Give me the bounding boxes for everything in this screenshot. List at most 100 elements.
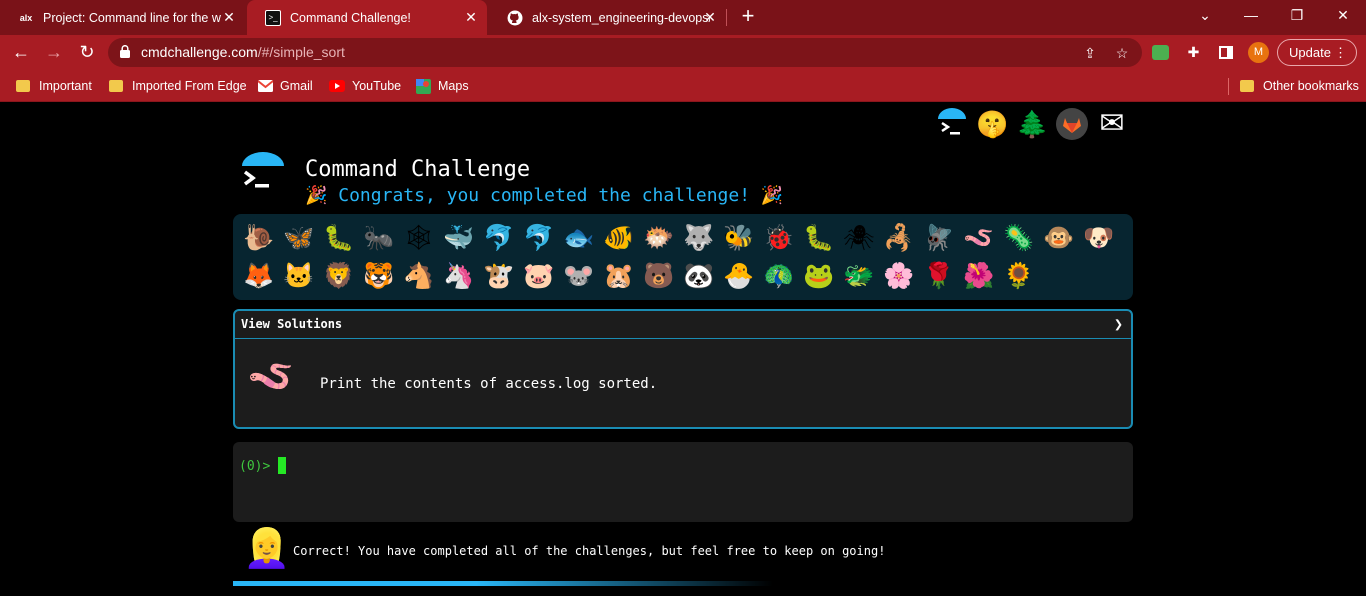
completed-challenge-icon[interactable]: 🐶 [1079,219,1119,257]
completed-challenge-icon[interactable]: 🐬 [519,219,559,257]
completed-challenge-icon[interactable]: 🐲 [839,257,879,295]
terminal-cursor[interactable] [278,457,286,474]
close-window-button[interactable]: ✕ [1330,4,1356,26]
bookmark-label: Important [39,79,92,93]
share-icon[interactable]: ⇪ [1081,44,1099,62]
terminal-icon: >_ [265,9,281,26]
bookmark-imported-from-edge[interactable]: Imported From Edge [109,77,247,95]
bookmark-gmail[interactable]: Gmail [257,77,313,95]
completed-challenge-icon[interactable]: 🦊 [239,257,279,295]
page-content: 🤫 🌲 ✉ Command Challenge 🎉 Congrats, you … [0,103,1366,596]
minimize-button[interactable]: — [1238,4,1264,26]
tab-github[interactable]: alx-system_engineering-devops/c ✕ [489,0,726,35]
restore-button[interactable]: ❐ [1284,4,1310,26]
completed-challenge-icon[interactable]: 🕸 [399,219,439,257]
bookmark-maps[interactable]: Maps [415,77,469,95]
close-icon[interactable]: ✕ [463,9,479,25]
completed-challenge-icon[interactable]: 🐞 [759,219,799,257]
side-panel-icon[interactable] [1216,43,1235,62]
completed-challenge-icon[interactable]: 🐭 [559,257,599,295]
completed-challenge-icon[interactable]: 🦠 [999,219,1039,257]
gitlab-icon[interactable] [1056,106,1088,142]
bookmark-star-icon[interactable]: ☆ [1113,44,1131,62]
completed-challenge-icon[interactable]: 🐛 [319,219,359,257]
gmail-icon [257,78,273,94]
more-icon: ⋮ [1334,45,1347,60]
completed-challenge-icon[interactable]: 🦋 [279,219,319,257]
puzzle-extensions-icon[interactable]: ✚ [1184,43,1203,62]
completed-challenge-icon[interactable]: 🐡 [639,219,679,257]
completed-challenge-icon[interactable]: 🐴 [399,257,439,295]
completed-challenge-icon[interactable]: 🐛 [799,219,839,257]
completed-challenge-icon[interactable]: 🦁 [319,257,359,295]
completed-challenge-icon[interactable]: 🐯 [359,257,399,295]
chevron-right-icon: ❯ [1113,315,1123,333]
completed-challenge-icon[interactable]: 🦄 [439,257,479,295]
completed-challenge-icon[interactable]: 🐼 [679,257,719,295]
completed-challenge-icon[interactable]: 🪰 [919,219,959,257]
folder-icon [109,80,123,92]
completed-challenge-icon[interactable]: 🐱 [279,257,319,295]
envelope-icon[interactable]: ✉ [1096,106,1128,142]
tab-command-challenge[interactable]: >_ Command Challenge! ✕ [247,0,487,35]
completed-challenge-icon[interactable]: 🦚 [759,257,799,295]
completed-challenge-icon[interactable]: 🐟 [559,219,599,257]
completed-challenge-icon[interactable]: 🐝 [719,219,759,257]
completed-challenge-icon[interactable]: 🐮 [479,257,519,295]
completed-challenge-icon[interactable]: 🌹 [919,257,959,295]
extension-icon[interactable] [1152,43,1171,62]
tab-alx-project[interactable]: alx Project: Command line for the wi ✕ [0,0,245,35]
completed-challenge-icon[interactable]: 🐹 [599,257,639,295]
reload-button[interactable]: ↻ [76,41,98,63]
completed-challenge-icon[interactable]: 🐠 [599,219,639,257]
address-bar[interactable]: cmdchallenge.com/#/simple_sort ⇪ ☆ [108,38,1142,67]
close-icon[interactable]: ✕ [702,9,718,25]
completed-challenge-icon[interactable]: 🦂 [879,219,919,257]
bookmark-youtube[interactable]: YouTube [329,77,401,95]
bookmark-label: Other bookmarks [1263,79,1359,93]
completed-challenge-icon[interactable]: 🐬 [479,219,519,257]
url-host: cmdchallenge.com [141,44,258,60]
close-icon[interactable]: ✕ [221,9,237,25]
bookmarks-divider [1228,78,1229,95]
completed-challenge-icon[interactable]: 🪱 [959,219,999,257]
tab-title: Project: Command line for the wi [43,10,221,25]
shushing-face-icon[interactable]: 🤫 [976,106,1008,142]
completed-challenge-icon[interactable]: 🐺 [679,219,719,257]
completed-challenge-icon[interactable]: 🐣 [719,257,759,295]
completed-challenge-icon[interactable]: 🐷 [519,257,559,295]
view-solutions-toggle[interactable]: View Solutions ❯ [235,311,1131,339]
folder-icon [16,80,30,92]
progress-bar [233,581,773,586]
completed-challenge-icon[interactable]: 🌸 [879,257,919,295]
bookmark-label: YouTube [352,79,402,93]
lock-icon [120,45,130,58]
challenge-card: View Solutions ❯ 🪱 Print the contents of… [233,309,1133,429]
terminal-link-icon[interactable] [936,106,968,142]
back-button[interactable]: ← [10,41,32,63]
tab-bar: alx Project: Command line for the wi ✕ >… [0,0,1366,35]
new-tab-button[interactable]: + [737,5,759,28]
completed-challenge-icon[interactable]: 🐻 [639,257,679,295]
bookmark-label: Maps [438,79,469,93]
bookmark-label: Gmail [280,79,313,93]
completed-challenge-icon[interactable]: 🌺 [959,257,999,295]
completed-challenge-icon[interactable]: 🐳 [439,219,479,257]
completed-challenge-icon[interactable]: 🌻 [999,257,1039,295]
completed-challenge-icon[interactable]: 🐸 [799,257,839,295]
congrats-text: Congrats, you completed the challenge! [327,185,761,206]
terminal[interactable]: (0)> [233,442,1133,522]
completed-challenge-icon[interactable]: 🐵 [1039,219,1079,257]
completed-challenge-icon[interactable]: 🐜 [359,219,399,257]
evergreen-tree-icon[interactable]: 🌲 [1016,106,1048,142]
tab-title: alx-system_engineering-devops/c [532,10,710,25]
forward-button[interactable]: → [43,41,65,63]
update-button[interactable]: Update ⋮ [1277,39,1357,66]
bookmark-important[interactable]: Important [16,77,92,95]
completed-challenge-icon[interactable]: 🕷 [839,219,879,257]
tab-search-icon[interactable]: ⌄ [1192,4,1218,26]
completed-challenge-icon[interactable]: 🐌 [239,219,279,257]
avatar[interactable]: M [1248,42,1269,63]
url-text: cmdchallenge.com/#/simple_sort [141,44,345,60]
bookmark-other-bookmarks[interactable]: Other bookmarks [1240,77,1359,95]
